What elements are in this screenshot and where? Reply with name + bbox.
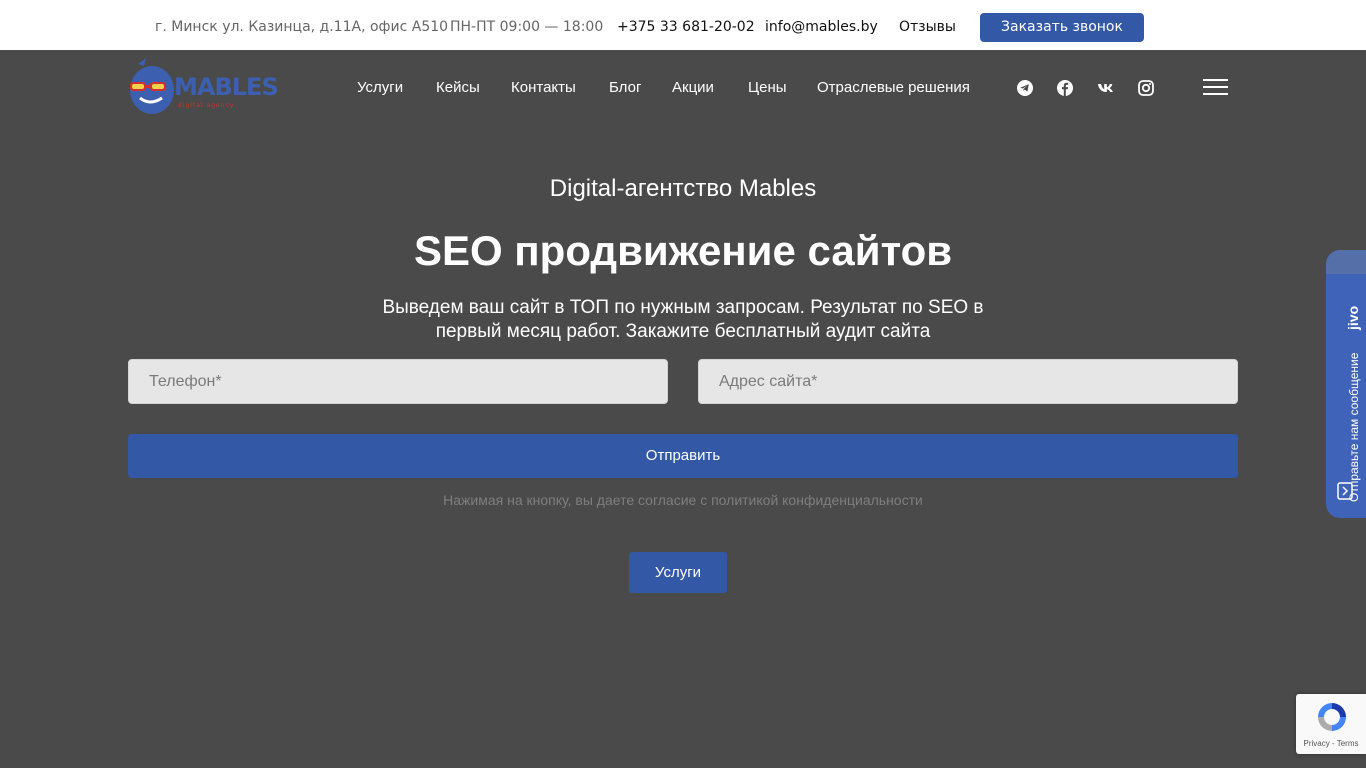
jivo-message-text: Отправьте нам сообщение (1347, 352, 1361, 502)
recaptcha-badge[interactable]: Privacy - Terms (1296, 694, 1366, 754)
logo[interactable]: MABLES digital agency (128, 58, 279, 116)
order-call-button[interactable]: Заказать звонок (980, 13, 1144, 42)
nav-item-contacts[interactable]: Контакты (511, 79, 576, 97)
recaptcha-links[interactable]: Privacy - Terms (1296, 738, 1366, 750)
phone-link[interactable]: +375 33 681-20-02 (617, 17, 755, 37)
page-title: SEO продвижение сайтов (413, 227, 953, 274)
services-button[interactable]: Услуги (629, 552, 727, 593)
nav-item-prices[interactable]: Цены (748, 79, 787, 97)
logo-mascot-icon (130, 58, 174, 114)
email-link[interactable]: info@mables.by (765, 17, 878, 37)
chat-arrow-icon (1337, 482, 1353, 500)
top-info-bar: г. Минск ул. Казинца, д.11А, офис А510 П… (0, 0, 1366, 50)
nav-item-blog[interactable]: Блог (609, 79, 641, 97)
site-url-input[interactable] (698, 359, 1238, 404)
nav-item-promotions[interactable]: Акции (672, 79, 714, 97)
phone-input[interactable] (128, 359, 668, 404)
jivo-chat-widget[interactable]: Отправьте нам сообщение jivo (1326, 250, 1366, 518)
recaptcha-icon (1318, 703, 1346, 731)
jivo-widget-top (1326, 250, 1366, 274)
facebook-icon[interactable] (1056, 79, 1074, 97)
consent-text: Нажимая на кнопку, вы даете согласие с п… (0, 490, 1366, 510)
nav-item-services[interactable]: Услуги (357, 79, 403, 97)
vk-icon[interactable] (1097, 79, 1115, 97)
working-hours-text: ПН-ПТ 09:00 — 18:00 (450, 19, 604, 35)
hero-subtitle: Digital-агентство Mables (549, 175, 817, 202)
nav-item-industry-solutions[interactable]: Отраслевые решения (817, 79, 970, 97)
consent-prefix: Нажимая на кнопку, вы даете согласие с (443, 492, 712, 508)
logo-tagline: digital agency (178, 102, 235, 109)
privacy-policy-link[interactable]: политикой конфиденциальности (711, 492, 923, 508)
hero-description: Выведем ваш сайт в ТОП по нужным запроса… (382, 297, 984, 342)
submit-button[interactable]: Отправить (128, 434, 1238, 478)
logo-wordmark: MABLES (174, 73, 279, 101)
instagram-icon[interactable] (1137, 79, 1155, 97)
reviews-link[interactable]: Отзывы (899, 17, 956, 37)
address-text: г. Минск ул. Казинца, д.11А, офис А510 (155, 19, 449, 35)
jivo-logo: jivo (1345, 305, 1361, 330)
hamburger-menu-icon[interactable] (1203, 79, 1228, 95)
nav-item-cases[interactable]: Кейсы (436, 79, 480, 97)
telegram-icon[interactable] (1016, 79, 1034, 97)
